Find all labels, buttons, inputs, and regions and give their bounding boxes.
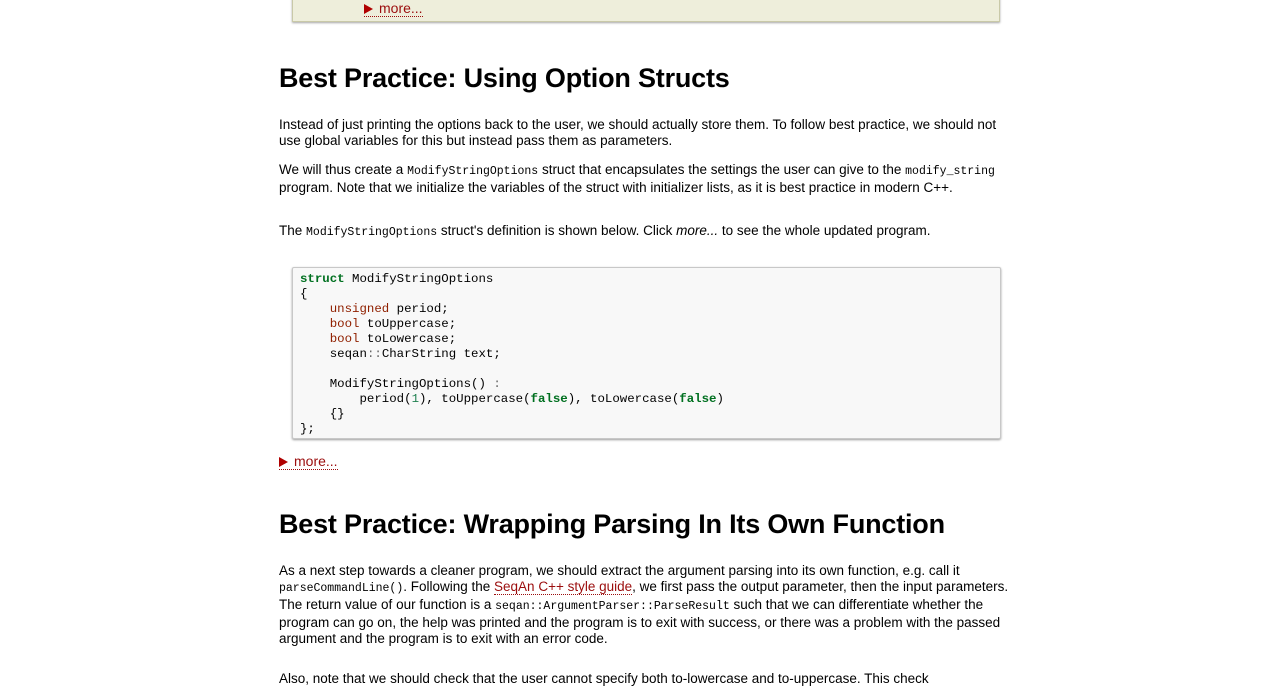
code-token: toLowercase; — [359, 332, 457, 346]
code-token: false — [530, 392, 568, 406]
text: program. Note that we initialize the var… — [279, 180, 953, 195]
section-heading-option-structs: Best Practice: Using Option Structs — [279, 63, 730, 93]
code-token: : — [493, 377, 501, 391]
text: to see the whole updated program. — [718, 223, 931, 238]
expand-triangle-icon — [279, 457, 288, 467]
more-label: more... — [294, 453, 338, 469]
code-token: CharString text; — [381, 347, 501, 361]
code-token: ) — [716, 392, 724, 406]
more-link-section[interactable]: more... — [279, 453, 338, 470]
emphasis: more... — [676, 223, 719, 238]
code-token: bool — [329, 317, 360, 331]
code-token: period( — [359, 392, 412, 406]
more-link-top[interactable]: more... — [364, 0, 423, 17]
text: . Following the — [403, 579, 495, 594]
code-token: :: — [366, 347, 382, 361]
code-token: ModifyStringOptions() — [329, 377, 494, 391]
section-heading-wrapping-parsing: Best Practice: Wrapping Parsing In Its O… — [279, 509, 945, 539]
text: struct that encapsulates the settings th… — [538, 162, 906, 177]
paragraph: As a next step towards a cleaner program… — [279, 563, 1016, 647]
code-token: period; — [389, 302, 449, 316]
style-guide-link[interactable]: SeqAn C++ style guide — [494, 579, 633, 595]
text: The — [279, 223, 307, 238]
text: We will thus create a — [279, 162, 408, 177]
code-block: struct ModifyStringOptions { unsigned pe… — [292, 267, 1001, 439]
code-token: unsigned — [329, 302, 390, 316]
code-token: toUppercase; — [359, 317, 457, 331]
inline-code: modify_string — [905, 165, 995, 178]
code-token: }; — [300, 422, 315, 436]
code-listing: struct ModifyStringOptions { unsigned pe… — [300, 272, 724, 437]
inline-code: ModifyStringOptions — [407, 165, 539, 178]
paragraph: We will thus create a ModifyStringOption… — [279, 162, 1016, 196]
code-token: ), toUppercase( — [419, 392, 531, 406]
code-token: false — [679, 392, 717, 406]
code-token: seqan — [329, 347, 367, 361]
code-token: bool — [329, 332, 360, 346]
more-label: more... — [379, 0, 423, 16]
code-token: { — [300, 287, 308, 301]
code-token: {} — [329, 407, 345, 421]
inline-code: parseCommandLine() — [279, 582, 404, 595]
code-token: ), toLowercase( — [567, 392, 680, 406]
expand-triangle-icon — [364, 4, 373, 14]
paragraph: Instead of just printing the options bac… — [279, 117, 997, 148]
inline-code: seqan::ArgumentParser::ParseResult — [495, 600, 730, 613]
code-token: ModifyStringOptions — [344, 272, 494, 286]
paragraph: The ModifyStringOptions struct's definit… — [279, 223, 1016, 241]
text: As a next step towards a cleaner program… — [279, 563, 960, 578]
code-example-box: more... — [292, 0, 1000, 22]
code-token: 1 — [411, 392, 419, 406]
inline-code: ModifyStringOptions — [306, 226, 438, 239]
text: struct's definition is shown below. Clic… — [437, 223, 677, 238]
code-token: struct — [300, 272, 345, 286]
paragraph: Also, note that we should check that the… — [279, 671, 929, 686]
